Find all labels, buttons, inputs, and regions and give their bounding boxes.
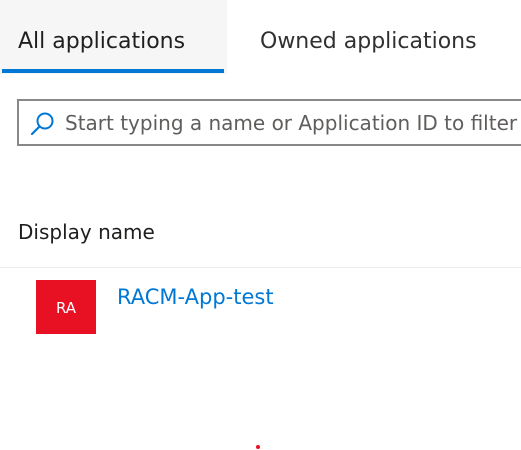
search-box[interactable] [17,99,521,146]
app-registrations-panel: All applications Owned applications Disp… [0,0,521,450]
header-divider [0,267,521,268]
tab-all-applications[interactable]: All applications [0,0,227,74]
search-input[interactable] [65,101,521,144]
app-avatar: RA [36,280,96,334]
tab-owned-applications-label: Owned applications [260,29,477,54]
column-header-display-name[interactable]: Display name [18,219,155,245]
search-icon [30,112,54,136]
app-name-link[interactable]: RACM-App-test [117,284,274,310]
active-tab-indicator [2,69,224,73]
table-row: RA RACM-App-test [0,270,521,334]
loading-dot [256,445,260,449]
tab-bar: All applications Owned applications [0,0,521,74]
tab-all-applications-label: All applications [18,29,186,54]
